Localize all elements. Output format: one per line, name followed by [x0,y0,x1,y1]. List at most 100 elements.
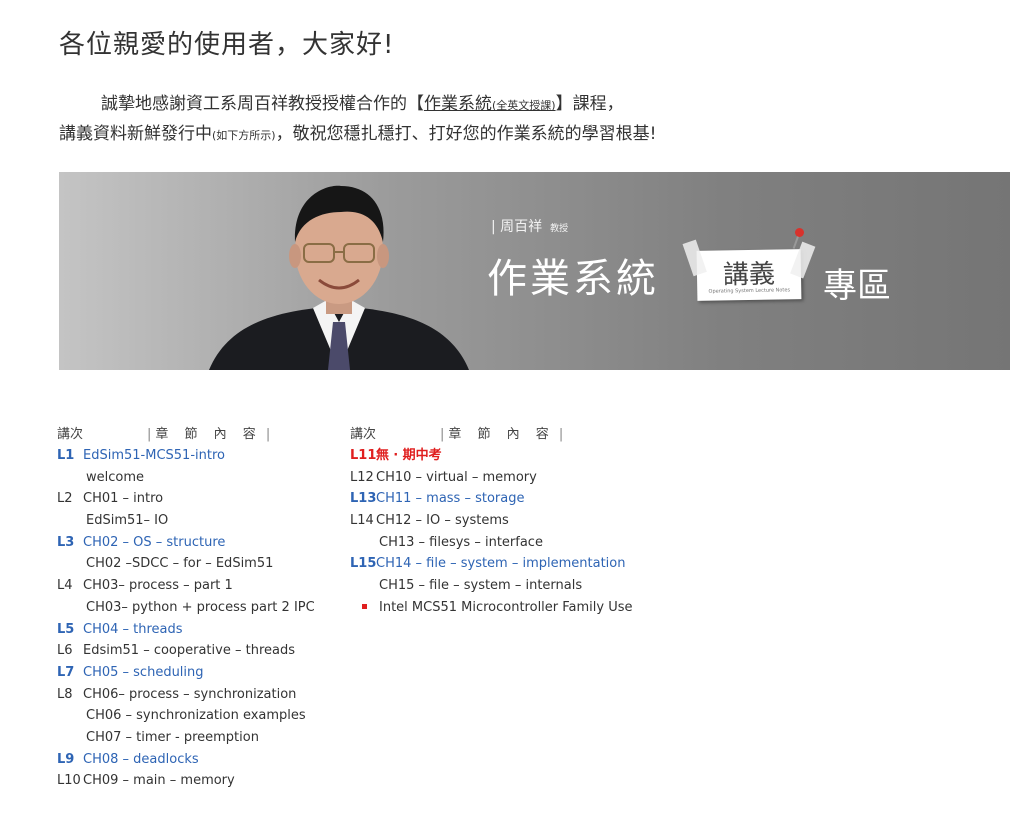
lecture-title: CH14 – file – system – implementation [376,556,626,572]
lecture-number: L3 [57,534,75,550]
professor-name-text: | 周百祥 [491,219,543,235]
greeting-heading: 各位親愛的使用者，大家好! [59,30,395,60]
course-link[interactable]: 作業系統(全英文授課) [424,94,556,114]
lecture-row[interactable]: L7 CH05 – scheduling [57,662,315,684]
lecture-title: CH13 – filesys – interface [379,534,543,550]
lecture-row[interactable]: L10 CH09 – main – memory [57,770,315,792]
lecture-row[interactable]: L15CH14 – file – system – implementation [350,553,633,575]
lecture-title: CH07 – timer - preemption [86,729,259,745]
lecture-number: L12 [350,469,374,485]
lecture-title: Edsim51 – cooperative – threads [83,643,295,659]
course-link-text: 作業系統 [424,94,492,114]
course-banner: | 周百祥 教授 作業系統 講義 Operating System Lecture… [59,172,1010,370]
intro-text: 誠摯地感謝資工系周百祥教授授權合作的【 [101,94,424,114]
lecture-number: L11 [350,448,377,463]
pushpin-icon [795,228,804,237]
lecture-list-left: 講次 | 章 節 內 容 | L1 EdSim51-MCS51-intro welcome… [57,423,315,792]
lecture-row[interactable]: EdSim51– IO [57,510,315,532]
lecture-row[interactable]: L2 CH01 – intro [57,488,315,510]
intro-line-2: 講義資料新鮮發行中(如下方所示)，敬祝您穩扎穩打、打好您的作業系統的學習根基! [59,120,656,150]
lecture-row[interactable]: L13CH11 – mass – storage [350,488,633,510]
lecture-number: L15 [350,556,377,572]
lecture-row[interactable]: CH15 – file – system – internals [350,575,633,597]
lecture-title: CH06 – synchronization examples [86,708,306,724]
lecture-row[interactable]: L12 CH10 – virtual – memory [350,467,633,489]
course-link-note: (全英文授課) [492,99,556,112]
lecture-title: CH03– process – part 1 [83,578,233,594]
banner-title: 作業系統 [487,256,659,302]
lecture-title: CH10 – virtual – memory [376,469,537,485]
lecture-row[interactable]: L9 CH08 – deadlocks [57,749,315,771]
lecture-row[interactable]: CH03– python + process part 2 IPC [57,597,315,619]
lecture-list-right: 講次 | 章 節 內 容 | L11無 ‧ 期中考 L12 CH10 – virtual … [350,423,633,619]
bullet-square-icon [362,603,367,609]
lecture-title: CH02 – OS – structure [83,534,226,550]
intro-line-1: 誠摯地感謝資工系周百祥教授授權合作的【作業系統(全英文授課)】課程， [59,90,656,120]
professor-photo [209,185,469,370]
lecture-number: L5 [57,621,75,637]
lecture-row[interactable]: L8 CH06– process – synchronization [57,684,315,706]
lecture-title: EdSim51– IO [86,513,169,529]
lecture-title: CH11 – mass – storage [376,491,525,507]
note-caption: Operating System Lecture Notes [708,287,791,295]
intro-note: (如下方所示) [212,129,276,142]
lecture-title: CH06– process – synchronization [83,686,297,702]
list-header: 講次 | 章 節 內 容 | [350,423,633,445]
lecture-row[interactable]: welcome [57,467,315,489]
lecture-row[interactable]: L6 Edsim51 – cooperative – threads [57,640,315,662]
pin-needle [792,235,800,249]
intro-text: 講義資料新鮮發行中 [59,124,212,144]
lecture-title: EdSim51-MCS51-intro [83,448,225,463]
lecture-row[interactable]: CH02 –SDCC – for – EdSim51 [57,553,315,575]
professor-title: 教授 [550,224,569,234]
lecture-number: L8 [57,686,73,702]
lecture-row[interactable]: L4 CH03– process – part 1 [57,575,315,597]
header-section-label: 章 節 內 容 [155,427,262,442]
intro-paragraph: 誠摯地感謝資工系周百祥教授授權合作的【作業系統(全英文授課)】課程， 講義資料新… [59,90,656,150]
lecture-title: CH05 – scheduling [83,664,204,680]
lecture-title: CH04 – threads [83,621,183,637]
lecture-row[interactable]: L1 EdSim51-MCS51-intro [57,445,315,467]
lecture-number: L4 [57,578,73,594]
right-rows: L11無 ‧ 期中考 L12 CH10 – virtual – memory L13C… [350,445,633,619]
lecture-title: CH09 – main – memory [83,773,235,789]
lecture-row[interactable]: L14 CH12 – IO – systems [350,510,633,532]
lecture-title: CH12 – IO – systems [376,513,509,529]
header-sections: | 章 節 內 容 | [147,427,271,442]
lecture-row[interactable]: L5 CH04 – threads [57,619,315,641]
lecture-title: CH03– python + process part 2 IPC [86,599,315,615]
banner-zone: 專區 [823,266,891,306]
note-card: 講義 Operating System Lecture Notes [682,239,816,301]
header-lecture: 講次 [350,427,377,442]
lecture-row[interactable]: L3 CH02 – OS – structure [57,532,315,554]
list-header: 講次 | 章 節 內 容 | [57,423,315,445]
lecture-number: L1 [57,448,75,463]
professor-name: | 周百祥 教授 [491,216,568,236]
left-rows: L1 EdSim51-MCS51-intro welcome L2 CH01 – int… [57,445,315,792]
lecture-title: Intel MCS51 Microcontroller Family Use [379,599,633,615]
lecture-title: CH15 – file – system – internals [379,578,583,594]
lecture-title: CH02 –SDCC – for – EdSim51 [86,556,274,572]
header-lecture: 講次 [57,427,84,442]
lecture-title: 無 ‧ 期中考 [376,448,442,463]
lecture-number: L6 [57,643,73,659]
lecture-row[interactable]: CH13 – filesys – interface [350,532,633,554]
lecture-row[interactable]: Intel MCS51 Microcontroller Family Use [350,597,633,619]
lecture-number: L13 [350,491,377,507]
lecture-row[interactable]: CH06 – synchronization examples [57,705,315,727]
lecture-row[interactable]: L11無 ‧ 期中考 [350,445,633,467]
header-sections: | 章 節 內 容 | [440,427,564,442]
lecture-number: L10 [57,773,81,789]
lecture-number: L9 [57,751,75,767]
intro-text: ，敬祝您穩扎穩打、打好您的作業系統的學習根基! [275,124,657,144]
lecture-number: L7 [57,664,75,680]
lecture-title: CH01 – intro [83,491,164,507]
lecture-title: welcome [86,469,145,485]
note-word: 講義 [722,259,776,291]
lecture-number: L2 [57,491,73,507]
intro-text: 】課程， [555,94,624,114]
header-section-label: 章 節 內 容 [448,427,555,442]
lecture-title: CH08 – deadlocks [83,751,199,767]
lecture-number: L14 [350,513,374,529]
lecture-row[interactable]: CH07 – timer - preemption [57,727,315,749]
